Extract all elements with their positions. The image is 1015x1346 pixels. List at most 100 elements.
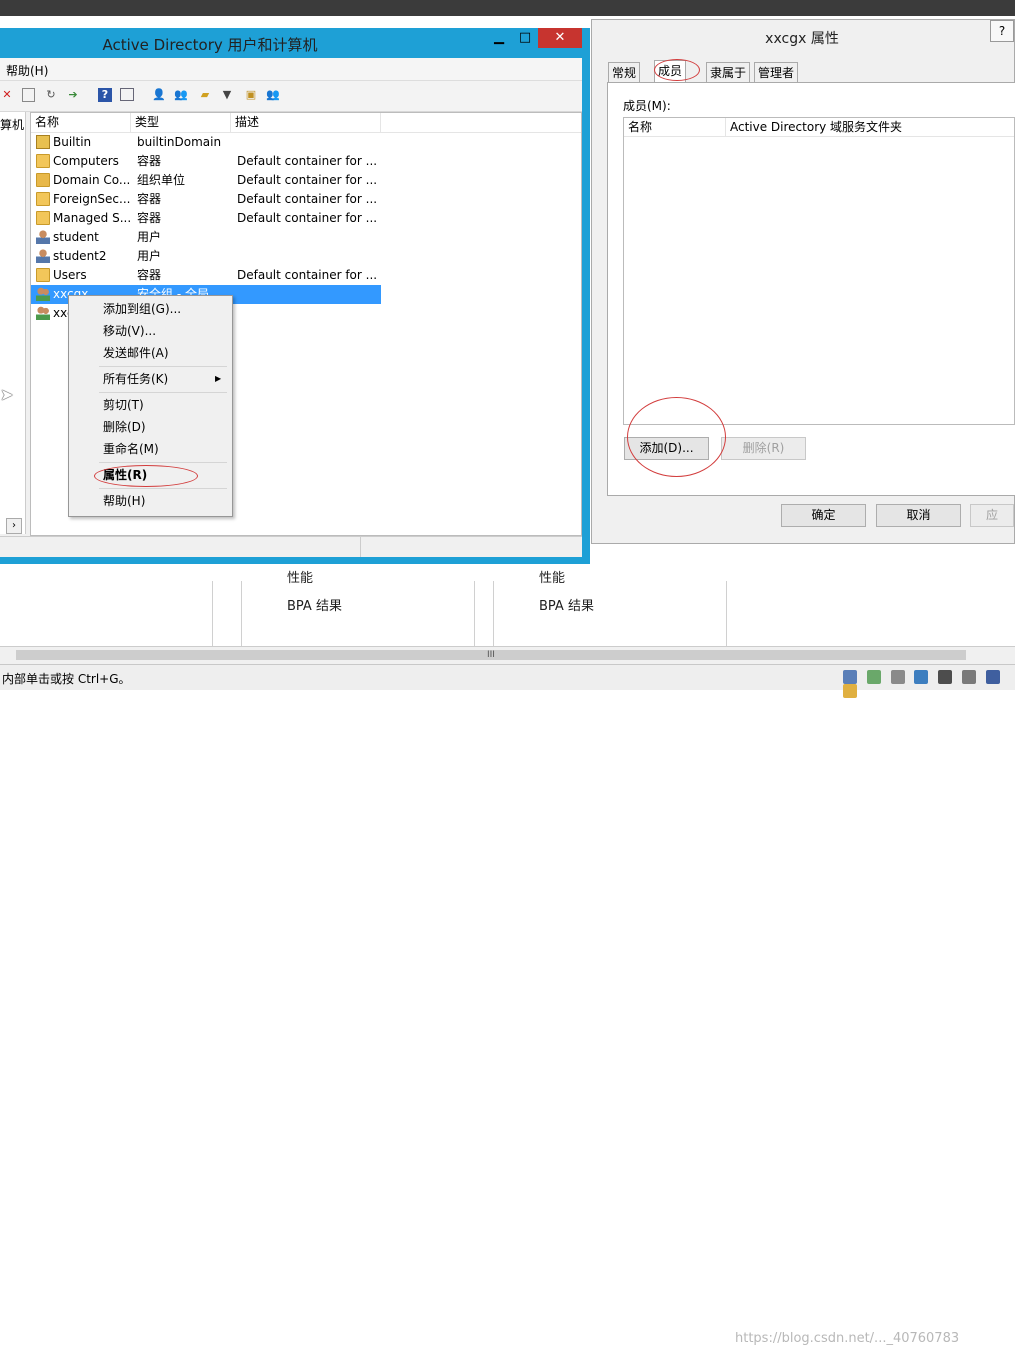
mouse-cursor-icon: ➤ bbox=[0, 385, 14, 404]
item-description bbox=[237, 285, 377, 304]
column-header-type[interactable]: 类型 bbox=[131, 113, 231, 132]
item-description: Default container for ... bbox=[237, 154, 377, 168]
add-member-button[interactable]: 添加(D)... bbox=[624, 437, 709, 460]
tree-pane[interactable]: 算机 › bbox=[0, 112, 26, 534]
item-name: ForeignSec... bbox=[53, 192, 131, 206]
remove-member-button[interactable]: 删除(R) bbox=[721, 437, 806, 460]
menu-item-properties[interactable]: 属性(R) bbox=[103, 465, 147, 485]
list-header: 名称 类型 描述 bbox=[31, 113, 581, 133]
list-item[interactable]: Computers 容器 Default container for ... bbox=[31, 152, 381, 171]
submenu-arrow-icon: ▶ bbox=[215, 374, 222, 383]
system-tray bbox=[843, 669, 1013, 698]
column-header-name[interactable]: 名称 bbox=[31, 113, 131, 132]
tab-general[interactable]: 常规 bbox=[608, 62, 641, 82]
item-type: 容器 bbox=[137, 154, 162, 168]
menu-item-help[interactable]: 帮助(H) bbox=[103, 491, 145, 511]
members-list[interactable]: 名称 Active Directory 域服务文件夹 bbox=[623, 117, 1015, 425]
tab-members[interactable]: 成员 bbox=[654, 60, 687, 83]
item-description: Default container for ... bbox=[237, 268, 377, 282]
bg-performance-link[interactable]: 性能 bbox=[539, 567, 565, 586]
item-description bbox=[237, 304, 377, 323]
menu-item-cut[interactable]: 剪切(T) bbox=[103, 395, 144, 415]
list-item[interactable]: Domain Co... 组织单位 Default container for … bbox=[31, 171, 381, 190]
menu-item-all-tasks[interactable]: 所有任务(K) bbox=[103, 369, 168, 389]
menu-item-delete[interactable]: 删除(D) bbox=[103, 417, 146, 437]
bg-bpa-link[interactable]: BPA 结果 bbox=[539, 595, 594, 614]
status-text: 内部单击或按 Ctrl+G。 bbox=[2, 672, 131, 686]
bg-bpa-link[interactable]: BPA 结果 bbox=[287, 595, 342, 614]
new-user-icon[interactable]: 👤 bbox=[152, 88, 166, 102]
app-icon[interactable] bbox=[938, 669, 953, 684]
scroll-right-arrow[interactable]: › bbox=[6, 518, 22, 534]
status-divider bbox=[360, 537, 361, 557]
app-icon[interactable] bbox=[962, 669, 977, 684]
background-top-bar bbox=[0, 0, 1015, 16]
list-item[interactable]: student 用户 bbox=[31, 228, 381, 247]
list-item[interactable]: Builtin builtinDomain bbox=[31, 133, 381, 152]
filter-icon[interactable]: ▼ bbox=[220, 88, 234, 102]
user-icon bbox=[36, 230, 50, 244]
console-icon[interactable] bbox=[120, 88, 134, 101]
watermark-text: https://blog.csdn.net/..._40760783 bbox=[735, 1331, 960, 1346]
maximize-button[interactable]: □ bbox=[512, 28, 538, 48]
network-icon[interactable] bbox=[843, 669, 857, 684]
folder-icon[interactable] bbox=[843, 684, 857, 698]
menu-separator bbox=[99, 392, 227, 393]
properties-icon[interactable] bbox=[22, 88, 35, 102]
dialog-title: xxcgx 属性 bbox=[765, 31, 839, 47]
menu-separator bbox=[99, 488, 227, 489]
menu-item-move[interactable]: 移动(V)... bbox=[103, 321, 156, 341]
menu-help[interactable]: 帮助(H) bbox=[6, 62, 48, 79]
tab-member-of[interactable]: 隶属于 bbox=[706, 62, 751, 82]
new-group-icon[interactable]: 👥 bbox=[174, 88, 188, 102]
tab-managed-by[interactable]: 管理者 bbox=[754, 62, 799, 82]
bg-performance-link[interactable]: 性能 bbox=[287, 567, 313, 586]
window-status-bar bbox=[0, 536, 582, 557]
tree-root-label[interactable]: 算机 bbox=[0, 116, 24, 133]
cancel-button[interactable]: 取消 bbox=[876, 504, 961, 527]
menu-item-rename[interactable]: 重命名(M) bbox=[103, 439, 159, 459]
item-description: Default container for ... bbox=[237, 173, 377, 187]
item-description bbox=[237, 228, 377, 247]
item-name: Computers bbox=[53, 154, 119, 168]
list-item[interactable]: ForeignSec... 容器 Default container for .… bbox=[31, 190, 381, 209]
list-item[interactable]: Users 容器 Default container for ... bbox=[31, 266, 381, 285]
item-type: 用户 bbox=[137, 249, 162, 263]
list-item[interactable]: student2 用户 bbox=[31, 247, 381, 266]
menu-item-send-mail[interactable]: 发送邮件(A) bbox=[103, 343, 169, 363]
item-type: 容器 bbox=[137, 192, 162, 206]
app-icon[interactable] bbox=[866, 669, 881, 684]
menu-item-add-to-group[interactable]: 添加到组(G)... bbox=[103, 299, 181, 319]
speaker-icon[interactable] bbox=[985, 669, 1000, 684]
context-menu: 添加到组(G)... 移动(V)... 发送邮件(A) 所有任务(K) ▶ 剪切… bbox=[68, 295, 233, 517]
help-button[interactable]: ? bbox=[990, 20, 1014, 42]
export-icon[interactable]: ➔ bbox=[66, 88, 80, 102]
delete-icon[interactable]: ✕ bbox=[0, 88, 14, 102]
item-name: Builtin bbox=[53, 135, 92, 149]
new-ou-icon[interactable]: ▰ bbox=[198, 88, 212, 102]
domain-icon bbox=[36, 135, 50, 149]
horizontal-scrollbar[interactable]: III bbox=[0, 646, 1015, 664]
column-header-description[interactable]: 描述 bbox=[231, 113, 381, 132]
column-header-name[interactable]: 名称 bbox=[624, 118, 726, 137]
item-description: Default container for ... bbox=[237, 192, 377, 206]
refresh-icon[interactable]: ↻ bbox=[44, 88, 58, 102]
app-icon[interactable] bbox=[914, 669, 929, 684]
add-to-group-icon[interactable]: 👥 bbox=[266, 88, 280, 102]
list-item[interactable]: Managed S... 容器 Default container for ..… bbox=[31, 209, 381, 228]
help-icon[interactable]: ? bbox=[98, 88, 112, 102]
minimize-button[interactable]: ▁ bbox=[486, 28, 512, 48]
close-button[interactable]: ✕ bbox=[538, 28, 582, 48]
column-header-folder[interactable]: Active Directory 域服务文件夹 bbox=[726, 118, 1014, 137]
folder-icon bbox=[36, 192, 50, 206]
ok-button[interactable]: 确定 bbox=[781, 504, 866, 527]
app-icon[interactable] bbox=[890, 669, 905, 684]
members-label: 成员(M): bbox=[623, 99, 671, 113]
find-icon[interactable]: ▣ bbox=[244, 88, 258, 102]
menu-separator bbox=[99, 462, 227, 463]
user-icon bbox=[36, 249, 50, 263]
item-type: 容器 bbox=[137, 211, 162, 225]
apply-button[interactable]: 应 bbox=[970, 504, 1014, 527]
item-name: Managed S... bbox=[53, 211, 131, 225]
item-name: student bbox=[53, 230, 99, 244]
